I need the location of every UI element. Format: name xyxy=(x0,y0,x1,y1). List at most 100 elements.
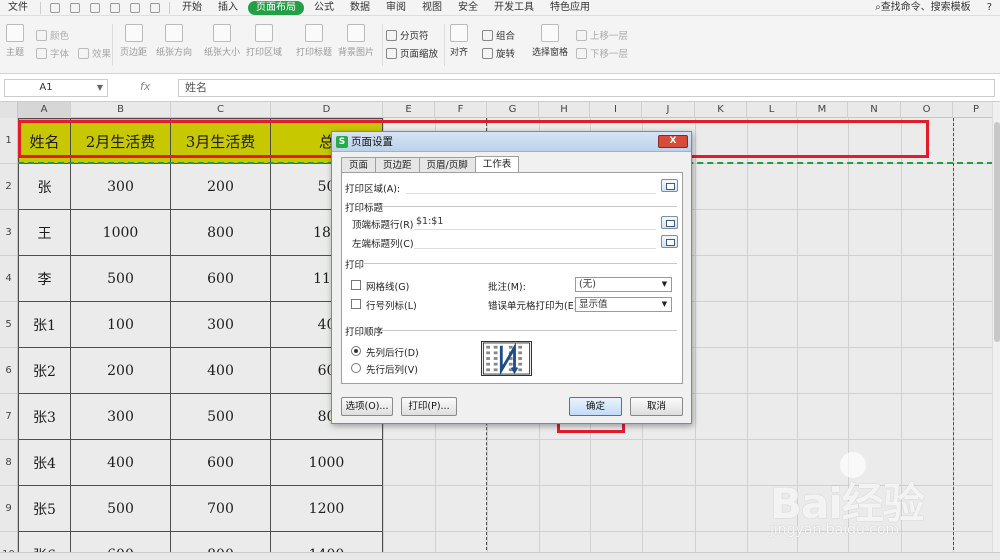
column-header-p[interactable]: P xyxy=(953,102,992,118)
column-header-e[interactable]: E xyxy=(383,102,435,118)
table-cell[interactable]: 600 xyxy=(171,256,271,302)
table-cell[interactable]: 王 xyxy=(18,210,71,256)
page-zoom-button[interactable]: 页面缩放 xyxy=(386,46,438,60)
tab-page-layout[interactable]: 页面布局 xyxy=(248,0,304,15)
row-header-3[interactable]: 3 xyxy=(0,210,18,256)
align-button[interactable]: 对齐 xyxy=(450,24,468,58)
cell-errors-select[interactable]: 显示值 ▼ xyxy=(575,297,672,312)
comments-select[interactable]: (无) ▼ xyxy=(575,277,672,292)
row-header-9[interactable]: 9 xyxy=(0,486,18,532)
ok-button[interactable]: 确定 xyxy=(569,397,622,416)
save-icon[interactable] xyxy=(50,2,60,13)
export-pdf-icon[interactable] xyxy=(70,2,80,13)
table-cell[interactable]: 500 xyxy=(71,256,171,302)
send-backward-button[interactable]: 下移一层 xyxy=(576,46,628,60)
tab-page[interactable]: 页面 xyxy=(341,157,377,173)
column-header-d[interactable]: D xyxy=(271,102,383,118)
name-box[interactable]: A1 ▼ xyxy=(4,79,108,97)
tab-margins[interactable]: 页边距 xyxy=(375,157,420,173)
row-header-8[interactable]: 8 xyxy=(0,440,18,486)
table-cell[interactable]: 张4 xyxy=(18,440,71,486)
row-header-2[interactable]: 2 xyxy=(0,164,18,210)
table-cell[interactable]: 张2 xyxy=(18,348,71,394)
table-cell[interactable]: 张 xyxy=(18,164,71,210)
table-cell[interactable]: 300 xyxy=(171,302,271,348)
tab-insert[interactable]: 插入 xyxy=(210,0,246,16)
column-header-k[interactable]: K xyxy=(695,102,747,118)
table-cell[interactable]: 800 xyxy=(171,210,271,256)
row-header-1[interactable]: 1 xyxy=(0,118,18,164)
tab-view[interactable]: 视图 xyxy=(414,0,450,16)
tab-sheet[interactable]: 工作表 xyxy=(474,156,520,173)
column-header-o[interactable]: O xyxy=(901,102,953,118)
command-search[interactable]: ⌕查找命令、搜索模板 xyxy=(867,0,979,16)
table-cell[interactable]: 300 xyxy=(71,164,171,210)
print-titles-button[interactable]: 打印标题 xyxy=(296,24,332,58)
print-icon[interactable] xyxy=(90,2,100,13)
options-button[interactable]: 选项(O)... xyxy=(341,397,393,416)
undo-icon[interactable] xyxy=(130,2,140,13)
table-cell[interactable]: 500 xyxy=(71,486,171,532)
page-break-button[interactable]: 分页符 xyxy=(386,28,429,42)
table-cell[interactable]: 700 xyxy=(171,486,271,532)
table-cell[interactable]: 200 xyxy=(71,348,171,394)
table-cell[interactable]: 1000 xyxy=(71,210,171,256)
tab-security[interactable]: 安全 xyxy=(450,0,486,16)
table-cell[interactable]: 张5 xyxy=(18,486,71,532)
file-menu[interactable]: 文件 xyxy=(0,0,36,16)
chevron-down-icon[interactable]: ▼ xyxy=(97,80,103,96)
print-preview-icon[interactable] xyxy=(110,2,120,13)
tab-header-footer[interactable]: 页眉/页脚 xyxy=(418,157,476,173)
cols-to-repeat-picker-icon[interactable] xyxy=(661,235,678,248)
table-cell[interactable]: 张3 xyxy=(18,394,71,440)
table-cell[interactable]: 1000 xyxy=(271,440,383,486)
select-all-corner[interactable] xyxy=(0,102,18,118)
gridlines-checkbox[interactable] xyxy=(351,280,361,290)
scrollbar-thumb[interactable] xyxy=(994,122,1000,342)
table-cell[interactable]: 500 xyxy=(171,394,271,440)
tab-review[interactable]: 审阅 xyxy=(378,0,414,16)
print-area-button[interactable]: 打印区域 xyxy=(246,24,282,58)
column-header-b[interactable]: B xyxy=(71,102,171,118)
table-cell[interactable]: 100 xyxy=(71,302,171,348)
column-header-m[interactable]: M xyxy=(797,102,848,118)
print-area-input[interactable] xyxy=(406,179,656,194)
table-cell[interactable]: 张1 xyxy=(18,302,71,348)
column-header-n[interactable]: N xyxy=(848,102,901,118)
bring-forward-button[interactable]: 上移一层 xyxy=(576,28,628,42)
rows-to-repeat-picker-icon[interactable] xyxy=(661,216,678,229)
tab-special[interactable]: 特色应用 xyxy=(542,0,598,16)
print-area-picker-icon[interactable] xyxy=(661,179,678,192)
cols-to-repeat-input[interactable] xyxy=(414,234,656,249)
tab-home[interactable]: 开始 xyxy=(174,0,210,16)
over-then-down-radio[interactable] xyxy=(351,363,361,373)
column-header-h[interactable]: H xyxy=(539,102,590,118)
row-header-5[interactable]: 5 xyxy=(0,302,18,348)
margins-button[interactable]: 页边距 xyxy=(120,24,147,58)
column-header-j[interactable]: J xyxy=(642,102,695,118)
table-cell[interactable]: 300 xyxy=(71,394,171,440)
column-header-g[interactable]: G xyxy=(487,102,539,118)
theme-button[interactable]: 主题 xyxy=(6,24,24,58)
orientation-button[interactable]: 纸张方向 xyxy=(156,24,192,58)
row-col-headers-checkbox[interactable] xyxy=(351,299,361,309)
close-button[interactable]: X xyxy=(658,135,688,148)
colors-button[interactable]: 颜色 xyxy=(36,28,69,42)
column-header-c[interactable]: C xyxy=(171,102,271,118)
group-button[interactable]: 组合 xyxy=(482,28,515,42)
rows-to-repeat-input[interactable]: $1:$1 xyxy=(414,215,656,230)
selection-pane-button[interactable]: 选择窗格 xyxy=(532,24,568,58)
column-header-a[interactable]: A xyxy=(18,102,71,118)
effects-button[interactable]: 效果 xyxy=(78,46,111,60)
tab-data[interactable]: 数据 xyxy=(342,0,378,16)
table-cell[interactable]: 400 xyxy=(71,440,171,486)
column-header-f[interactable]: F xyxy=(435,102,487,118)
vertical-scrollbar[interactable] xyxy=(992,102,1000,552)
paper-size-button[interactable]: 纸张大小 xyxy=(204,24,240,58)
table-cell[interactable]: 1200 xyxy=(271,486,383,532)
print-button[interactable]: 打印(P)... xyxy=(401,397,457,416)
row-header-4[interactable]: 4 xyxy=(0,256,18,302)
redo-icon[interactable] xyxy=(150,2,160,13)
table-cell[interactable]: 600 xyxy=(171,440,271,486)
tab-formulas[interactable]: 公式 xyxy=(306,0,342,16)
